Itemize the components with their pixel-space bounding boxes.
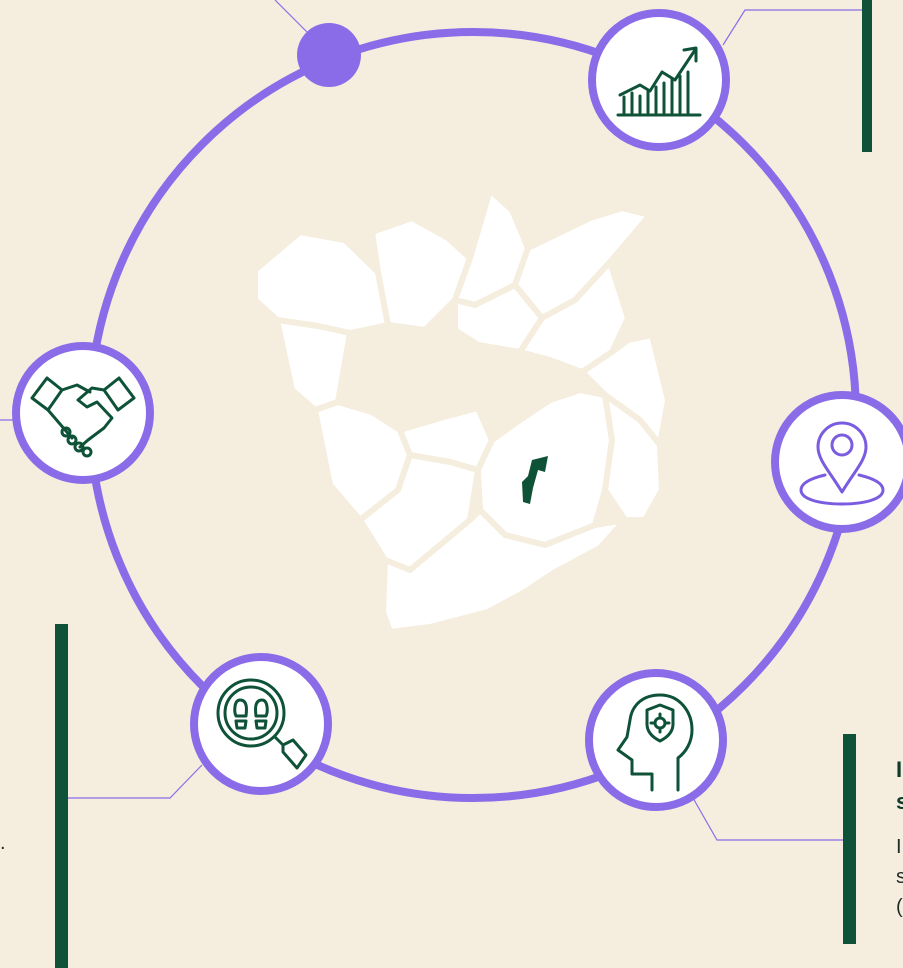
accent-bar-bottom-right [843,734,856,944]
circular-diagram [0,0,903,841]
bottom-right-text-block: I s I s ( [896,754,903,922]
block-body-line-3: ( [896,896,903,918]
growth-node [588,9,730,151]
block-title-line-2: s [896,789,903,814]
node-dot [297,23,361,87]
handshake-node [12,342,154,484]
footprints-node [190,653,332,795]
location-node [771,391,903,533]
block-body-line-1: I [896,836,902,858]
text-fragment: . [0,832,6,854]
accent-bar-bottom-left [55,624,68,968]
head-gear-node [585,669,727,811]
city-map [252,187,671,635]
connector-bottom-left [68,764,203,799]
accent-bar-top-right [862,0,872,152]
block-body-line-2: s [896,866,903,888]
connector-top-right [722,9,862,46]
block-title-line-1: I [896,757,903,782]
connector-bottom-right [692,797,843,841]
bottom-left-text-fragment: . [0,828,6,858]
map-district-5 [274,317,353,413]
